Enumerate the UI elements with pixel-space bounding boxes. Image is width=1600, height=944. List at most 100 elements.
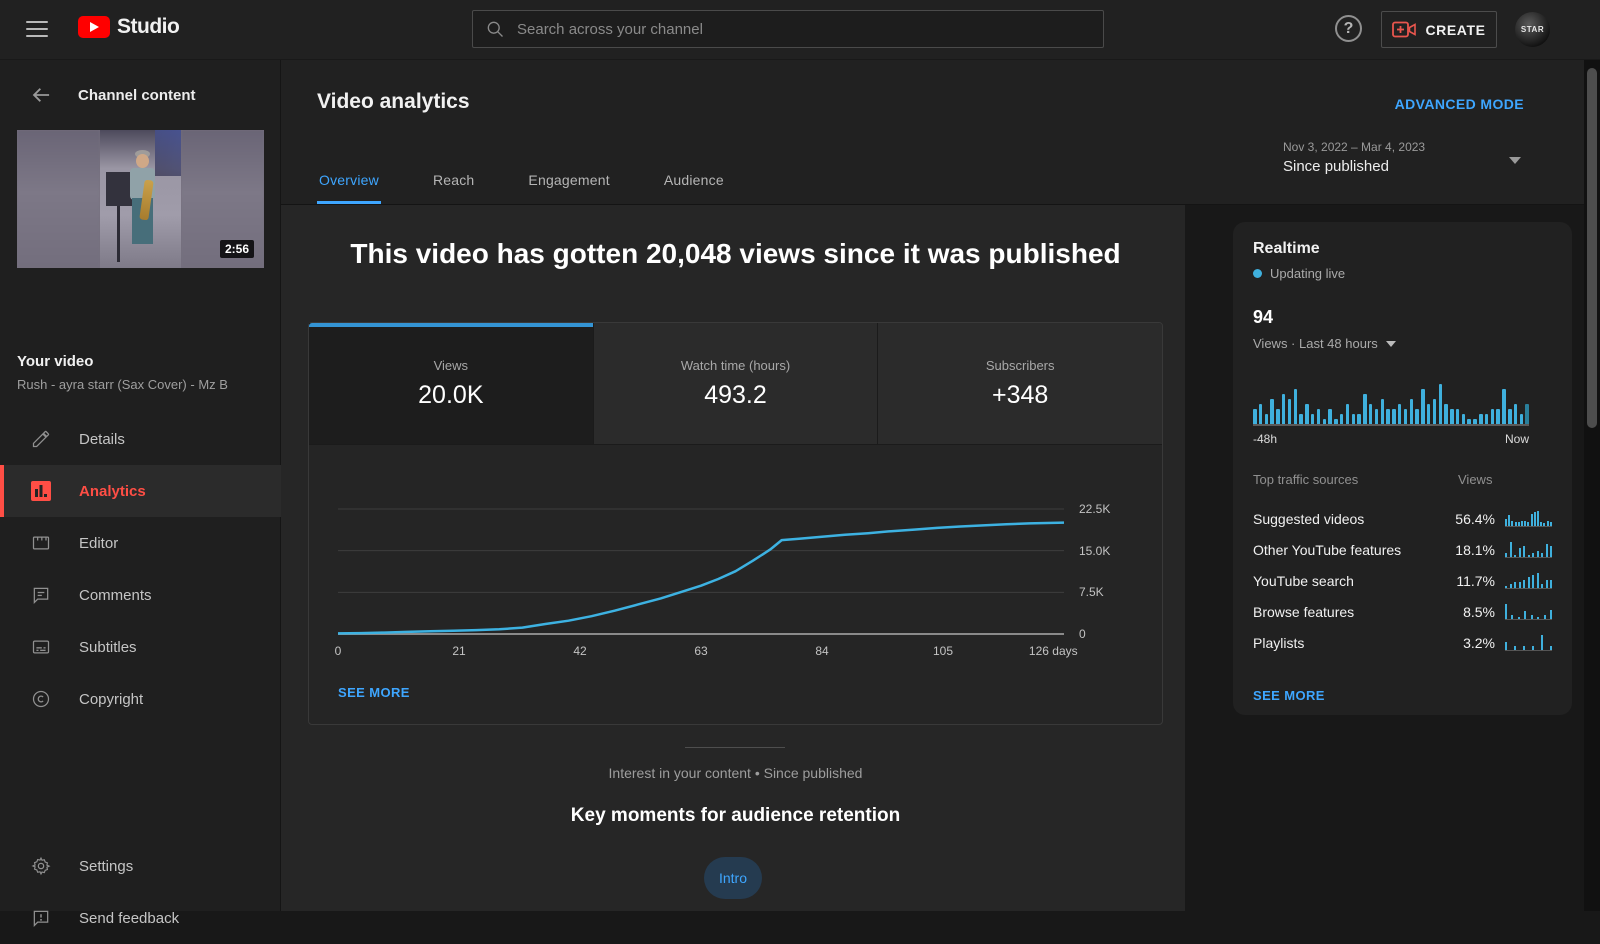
traffic-source-label: Browse features	[1253, 603, 1355, 620]
traffic-sparkline	[1505, 603, 1552, 620]
advanced-mode-link[interactable]: ADVANCED MODE	[1395, 96, 1524, 112]
traffic-col-sources: Top traffic sources	[1253, 472, 1359, 487]
x-tick-label: 63	[694, 644, 708, 658]
realtime-bar	[1322, 419, 1327, 424]
editor-icon	[30, 532, 52, 554]
realtime-range-label: Views · Last 48 hours	[1253, 336, 1378, 351]
realtime-bar	[1328, 409, 1332, 424]
metric-value: 493.2	[704, 380, 767, 409]
traffic-table-header: Top traffic sources Views	[1253, 472, 1552, 487]
views-line-chart	[338, 496, 1064, 636]
key-moments-title: Key moments for audience retention	[570, 805, 901, 826]
realtime-bar	[1397, 404, 1402, 424]
sidebar-item-send-feedback[interactable]: Send feedback	[0, 892, 281, 944]
table-row[interactable]: YouTube search 11.7%	[1253, 565, 1552, 596]
realtime-bar-chart	[1253, 384, 1529, 426]
youtube-studio-logo[interactable]: Studio	[78, 15, 180, 39]
sidebar-item-comments[interactable]: Comments	[0, 569, 281, 621]
account-avatar[interactable]: STAR	[1515, 12, 1550, 47]
create-button[interactable]: CREATE	[1381, 11, 1497, 48]
realtime-bar	[1281, 394, 1286, 424]
realtime-bar	[1455, 409, 1460, 424]
help-icon[interactable]: ?	[1335, 15, 1362, 42]
table-row[interactable]: Playlists 3.2%	[1253, 627, 1552, 658]
sidebar-item-subtitles[interactable]: Subtitles	[0, 621, 281, 673]
your-video-label: Your video	[17, 353, 94, 370]
chevron-down-icon[interactable]	[1509, 157, 1521, 164]
search-bar[interactable]	[472, 10, 1104, 48]
updating-live-label: Updating live	[1270, 266, 1346, 281]
realtime-bar	[1525, 404, 1529, 424]
metric-tab-views[interactable]: Views 20.0K	[309, 323, 594, 444]
realtime-bar	[1496, 409, 1500, 424]
traffic-source-label: Other YouTube features	[1253, 541, 1402, 558]
sidebar-item-editor[interactable]: Editor	[0, 517, 281, 569]
table-row[interactable]: Suggested videos 56.4%	[1253, 503, 1552, 534]
live-dot-icon	[1253, 269, 1262, 278]
analytics-tabs: Overview Reach Engagement Audience	[317, 172, 726, 204]
realtime-bar	[1334, 419, 1338, 424]
tab-reach[interactable]: Reach	[431, 172, 476, 204]
search-icon	[487, 21, 503, 37]
realtime-views-count: 94	[1253, 307, 1274, 327]
copyright-icon	[30, 688, 52, 710]
x-tick-label: 126 days	[1028, 644, 1078, 658]
sidebar-item-details[interactable]: Details	[0, 413, 281, 465]
realtime-bar	[1484, 414, 1489, 424]
realtime-bar	[1508, 409, 1512, 424]
overview-panel: This video has gotten 20,048 views since…	[281, 205, 1185, 911]
gear-icon	[30, 855, 52, 877]
brand-name: Studio	[117, 15, 180, 38]
sidebar-item-label: Copyright	[79, 690, 144, 708]
video-thumbnail[interactable]: 2:56	[17, 130, 264, 268]
metric-tab-subscribers[interactable]: Subscribers +348	[878, 323, 1163, 444]
menu-icon[interactable]	[26, 21, 48, 37]
realtime-bar	[1374, 409, 1379, 424]
see-more-link[interactable]: SEE MORE	[1253, 688, 1325, 703]
x-tick-label: 21	[452, 644, 466, 658]
sidebar-item-analytics[interactable]: Analytics	[0, 465, 281, 517]
table-row[interactable]: Other YouTube features 18.1%	[1253, 534, 1552, 565]
sidebar-item-label: Details	[79, 430, 125, 448]
back-arrow-icon[interactable]	[30, 86, 52, 104]
bar-chart-icon	[30, 480, 52, 502]
realtime-bar	[1357, 414, 1361, 424]
x-tick-label: 42	[573, 644, 587, 658]
interest-caption: Interest in your content • Since publish…	[608, 765, 863, 781]
realtime-bar	[1450, 409, 1454, 424]
realtime-bar	[1444, 404, 1448, 424]
realtime-bar	[1299, 414, 1303, 424]
realtime-bar	[1438, 384, 1442, 424]
tab-audience[interactable]: Audience	[662, 172, 726, 204]
traffic-source-pct: 3.2%	[1463, 634, 1495, 651]
see-more-link[interactable]: SEE MORE	[338, 685, 410, 700]
sidebar-item-settings[interactable]: Settings	[0, 840, 281, 892]
realtime-bar	[1479, 414, 1483, 424]
metric-tab-watch-time[interactable]: Watch time (hours) 493.2	[593, 323, 879, 444]
tab-engagement[interactable]: Engagement	[526, 172, 611, 204]
tab-overview[interactable]: Overview	[317, 172, 381, 204]
sidebar-item-copyright[interactable]: Copyright	[0, 673, 281, 725]
traffic-source-pct: 18.1%	[1455, 541, 1495, 558]
realtime-bar	[1310, 414, 1315, 424]
realtime-bar	[1351, 414, 1356, 424]
realtime-bar	[1415, 409, 1419, 424]
search-input[interactable]	[517, 20, 1091, 38]
x-tick-label: 105	[932, 644, 954, 658]
comments-icon	[30, 584, 52, 606]
axis-start-label: -48h	[1253, 432, 1278, 446]
date-range-picker[interactable]: Nov 3, 2022 – Mar 4, 2023 Since publishe…	[1283, 140, 1425, 175]
scrollbar-thumb[interactable]	[1587, 68, 1597, 428]
y-tick-label: 7.5K	[1079, 585, 1104, 600]
realtime-range-selector[interactable]: Views · Last 48 hours	[1253, 336, 1552, 351]
realtime-bar	[1363, 394, 1367, 424]
y-axis-labels: 0 7.5K 15.0K 22.5K	[1079, 496, 1139, 641]
realtime-bar	[1293, 389, 1298, 424]
table-row[interactable]: Browse features 8.5%	[1253, 596, 1552, 627]
traffic-source-label: YouTube search	[1253, 572, 1354, 589]
intro-chip[interactable]: Intro	[704, 857, 762, 899]
scrollbar-track[interactable]	[1584, 60, 1600, 911]
metric-label: Views	[433, 357, 469, 373]
traffic-col-views: Views	[1458, 472, 1493, 487]
date-range-text: Nov 3, 2022 – Mar 4, 2023	[1283, 140, 1426, 154]
